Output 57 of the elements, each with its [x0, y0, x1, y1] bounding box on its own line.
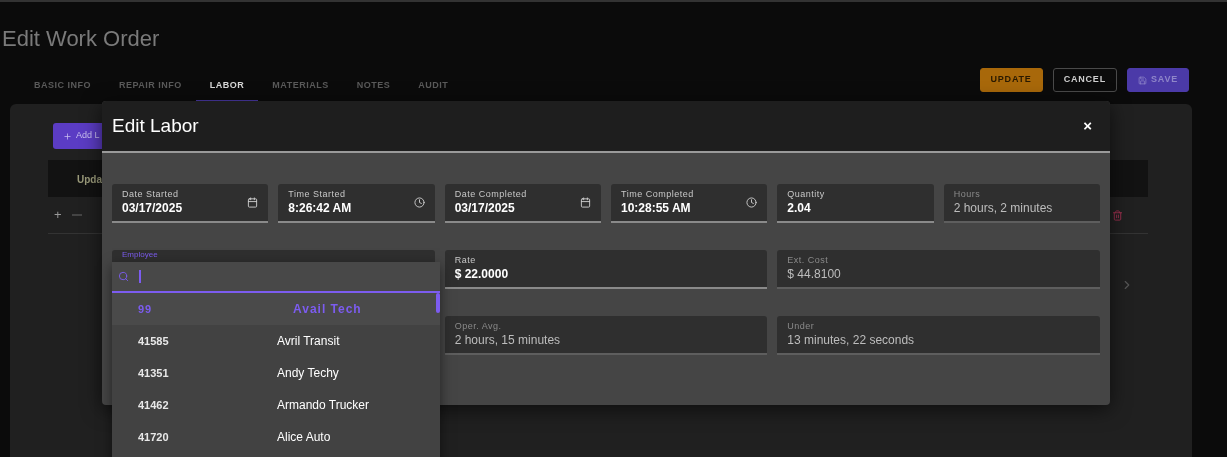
- field-label: Time Started: [288, 189, 347, 200]
- text-field[interactable]: Time Started 8:26:42 AM: [278, 184, 435, 223]
- close-button[interactable]: ×: [1079, 114, 1096, 138]
- field-label: Date Completed: [454, 189, 528, 200]
- employee-name: Avail Tech: [293, 301, 362, 318]
- clock-icon[interactable]: [746, 197, 758, 208]
- employee-name: Armando Trucker: [277, 397, 370, 414]
- calendar-icon[interactable]: [580, 197, 591, 208]
- search-field[interactable]: [112, 262, 440, 293]
- dropdown-option[interactable]: 41720 Alice Auto: [112, 421, 440, 453]
- plus-icon: [63, 131, 72, 141]
- scrollbar-thumb[interactable]: [436, 293, 440, 313]
- text-field[interactable]: Time Completed 10:28:55 AM: [611, 184, 768, 223]
- field-value: $ 44.8100: [787, 266, 842, 282]
- search-icon: [118, 271, 129, 282]
- save-icon: [1137, 75, 1147, 85]
- text-cursor: [139, 270, 141, 283]
- employee-code: 41585: [138, 333, 170, 349]
- clock-icon[interactable]: [413, 197, 425, 208]
- field-value: 2.04: [787, 200, 812, 216]
- expand-button[interactable]: +: [54, 205, 62, 225]
- field-value: 2 hours, 2 minutes: [953, 200, 1054, 216]
- field-label: Employee: [122, 250, 159, 259]
- dropdown-option[interactable]: 41462 Armando Trucker: [112, 389, 440, 421]
- field-label: Hours: [953, 189, 982, 200]
- employee-name: Andy Techy: [277, 365, 339, 382]
- field-value: 10:28:55 AM: [621, 200, 692, 216]
- field-label: Oper. Avg.: [454, 321, 503, 332]
- field-value: 8:26:42 AM: [288, 200, 353, 216]
- field-label: Under: [787, 321, 816, 332]
- employee-code: 99: [138, 301, 154, 317]
- employee-code: 41462: [138, 397, 170, 413]
- employee-name: Alice Auto: [277, 429, 331, 446]
- text-field[interactable]: Quantity 2.04: [777, 184, 934, 223]
- text-field[interactable]: Date Started 03/17/2025: [112, 184, 269, 223]
- field-label: Date Started: [122, 189, 180, 200]
- field-value: 03/17/2025: [454, 200, 516, 216]
- field-value: $ 22.0000: [454, 266, 510, 282]
- dropdown-option[interactable]: 41351 Andy Techy: [112, 357, 440, 389]
- employee-name: Avril Transit: [277, 333, 340, 350]
- text-field[interactable]: Rate $ 22.0000: [444, 250, 768, 289]
- calendar-icon[interactable]: [247, 197, 259, 208]
- field-value: 03/17/2025: [122, 200, 184, 216]
- page-title: Edit Work Order: [2, 25, 160, 53]
- field-label: Ext. Cost: [787, 255, 830, 266]
- field-value: 13 minutes, 22 seconds: [787, 332, 916, 348]
- field-label: Rate: [454, 255, 477, 266]
- dropdown-option[interactable]: 41585 Avril Transit: [112, 325, 440, 357]
- text-field[interactable]: Date Completed 03/17/2025: [444, 184, 601, 223]
- action-button[interactable]: CANCEL: [1052, 68, 1117, 92]
- field-label: Time Completed: [621, 189, 695, 200]
- field-value: 2 hours, 15 minutes: [454, 332, 562, 348]
- field-label: Quantity: [787, 189, 826, 200]
- employee-code: 41720: [138, 429, 170, 445]
- employee-code: 41351: [138, 365, 170, 381]
- column-header: Upda: [77, 173, 102, 187]
- action-button[interactable]: UPDATE: [979, 68, 1043, 92]
